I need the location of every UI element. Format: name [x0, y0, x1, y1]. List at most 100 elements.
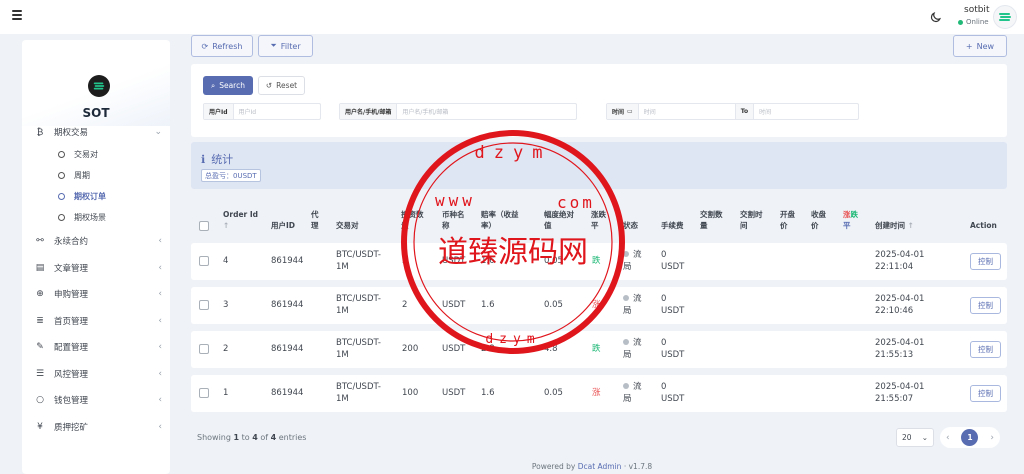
currency-cell: USDT	[442, 256, 466, 266]
user-id-input[interactable]: 用户Id	[234, 104, 262, 119]
wrench-icon: ✎	[36, 342, 44, 353]
page-button[interactable]: 1	[961, 429, 979, 446]
avatar[interactable]	[993, 5, 1017, 29]
search-button[interactable]: ⌕ Search	[203, 76, 253, 95]
circle-icon	[58, 193, 65, 200]
new-button[interactable]: + New	[953, 35, 1007, 57]
chevron-left-icon: ‹	[158, 289, 162, 300]
sidebar-item-config[interactable]: ✎ 配置管理 ‹	[22, 334, 170, 361]
table-row: 3 861944 BTC/USDT-1M 2 USDT 1.6 0.05 涨 流局 0 USDT 20…	[191, 287, 1007, 324]
chevron-left-icon: ‹	[158, 236, 162, 247]
filter-icon: ⏷	[270, 41, 277, 50]
dcat-admin-link[interactable]: Dcat Admin	[578, 462, 622, 471]
per-page-select[interactable]: 20 ⌄	[896, 428, 934, 447]
sidebar-item-homepage[interactable]: ≣ 首页管理 ‹	[22, 308, 170, 335]
row-checkbox[interactable]	[199, 300, 209, 310]
row-checkbox[interactable]	[199, 344, 209, 354]
status-dot-icon	[623, 339, 629, 345]
range-cell: 4.8	[544, 344, 558, 354]
created-cell: 2025-04-01 21:55:07	[875, 382, 925, 404]
currency-cell: USDT	[442, 344, 466, 354]
list-icon: ≣	[36, 315, 44, 326]
online-dot-icon	[958, 19, 963, 25]
user-id-cell: 861944	[271, 344, 304, 354]
fee-cell: 0 USDT	[661, 382, 685, 404]
plus-icon: +	[965, 41, 973, 51]
control-button[interactable]: 控制	[970, 341, 1001, 358]
result-header: 涨跌平	[843, 210, 858, 230]
sortable-header[interactable]: Order Id ↑	[223, 209, 258, 231]
range-cell: 0.05	[544, 388, 563, 398]
reset-button[interactable]: ↺ Reset	[258, 76, 305, 95]
menu-toggle-icon[interactable]	[12, 10, 22, 20]
info-icon: ℹ	[201, 152, 206, 166]
yen-icon: ¥	[37, 421, 43, 432]
submenu-item-orders[interactable]: 期权订单	[22, 186, 170, 207]
next-page-icon[interactable]: ›	[990, 433, 994, 443]
time-filter: 时间 ▭ 时间 To 时间	[606, 103, 859, 120]
select-all-checkbox[interactable]	[199, 221, 209, 231]
sidebar-item-articles[interactable]: ▤ 文章管理 ‹	[22, 255, 170, 282]
sidebar-item-perpetual[interactable]: ⚯ 永续合约 ‹	[22, 228, 170, 255]
pair-cell: BTC/USDT-1M	[336, 382, 381, 404]
table-header: Order Id ↑ 用户ID 代理 交易对 投资数量 币种名称 赔率（收益率） …	[191, 196, 1007, 242]
created-cell: 2025-04-01 22:11:04	[875, 250, 925, 272]
chevron-down-icon: ⌄	[154, 127, 162, 137]
status-dot-icon	[623, 383, 629, 389]
order-id-cell: 1	[223, 388, 229, 398]
footer: Powered by Dcat Admin · v1.7.8	[531, 462, 653, 471]
order-id-cell: 4	[223, 256, 229, 266]
amount-cell: 2	[402, 300, 408, 310]
submenu-item-periods[interactable]: 周期	[22, 165, 170, 186]
status-cell: 流局	[623, 338, 642, 360]
brand-logo-icon	[88, 75, 110, 97]
chevron-left-icon: ‹	[158, 262, 162, 273]
sidebar-item-wallet[interactable]: ○ 钱包管理 ‹	[22, 387, 170, 414]
updown-cell: 涨	[592, 388, 601, 398]
user-name: sotbit	[964, 5, 990, 15]
time-to-input[interactable]: 时间	[754, 104, 776, 119]
submenu-item-pairs[interactable]: 交易对	[22, 144, 170, 165]
circle-icon: ○	[36, 395, 44, 406]
article-icon: ▤	[35, 262, 45, 273]
refresh-icon: ⟳	[201, 41, 209, 51]
range-cell: 0.05	[544, 256, 563, 266]
pagination: ‹ 1 ›	[940, 427, 1000, 448]
order-id-cell: 2	[223, 344, 229, 354]
sort-icon: ↑	[223, 221, 230, 230]
order-id-cell: 3	[223, 300, 229, 310]
control-button[interactable]: 控制	[970, 253, 1001, 270]
control-button[interactable]: 控制	[970, 297, 1001, 314]
user-info[interactable]: sotbit Online	[958, 5, 989, 26]
refresh-button[interactable]: ⟳ Refresh	[191, 35, 253, 57]
logo-icon	[999, 13, 1011, 21]
pair-cell: BTC/USDT-1M	[336, 294, 381, 316]
sidebar-item-risk[interactable]: ☰ 风控管理 ‹	[22, 361, 170, 388]
row-checkbox[interactable]	[199, 388, 209, 398]
sidebar-item-subscription[interactable]: ⊕ 申购管理 ‹	[22, 281, 170, 308]
sortable-header[interactable]: 创建时间 ↑	[875, 220, 914, 231]
chevron-left-icon: ‹	[158, 395, 162, 406]
time-from-input[interactable]: 时间	[639, 104, 735, 119]
control-button[interactable]: 控制	[970, 385, 1001, 402]
created-cell: 2025-04-01 21:55:13	[875, 338, 925, 360]
submenu-item-scenes[interactable]: 期权场景	[22, 207, 170, 228]
filter-button[interactable]: ⏷ Filter	[258, 35, 313, 57]
odds-cell: 1.6	[481, 300, 495, 310]
fee-cell: 0 USDT	[661, 250, 685, 272]
user-name-input[interactable]: 用户名/手机/邮箱	[397, 104, 453, 119]
row-checkbox[interactable]	[199, 256, 209, 266]
sidebar-menu: ₿ 期权交易 ⌄ 交易对 周期 期权订单 期权场景 ⚯ 永续合约 ‹ ▤ 文章管理 ‹ …	[22, 126, 170, 440]
range-cell: 0.05	[544, 300, 563, 310]
sidebar-item-staking[interactable]: ¥ 质押挖矿 ‹	[22, 414, 170, 441]
odds-cell: 2.8	[481, 344, 495, 354]
sidebar-item-options-trading[interactable]: ₿ 期权交易 ⌄	[22, 126, 170, 138]
prev-page-icon[interactable]: ‹	[946, 433, 950, 443]
updown-cell: 跌	[592, 344, 601, 354]
status-cell: 流局	[623, 250, 642, 272]
chevron-left-icon: ‹	[158, 368, 162, 379]
globe-icon: ⊕	[36, 289, 44, 300]
chevron-down-icon: ⌄	[921, 433, 928, 442]
dark-mode-icon[interactable]	[929, 11, 942, 24]
chevron-left-icon: ‹	[158, 315, 162, 326]
